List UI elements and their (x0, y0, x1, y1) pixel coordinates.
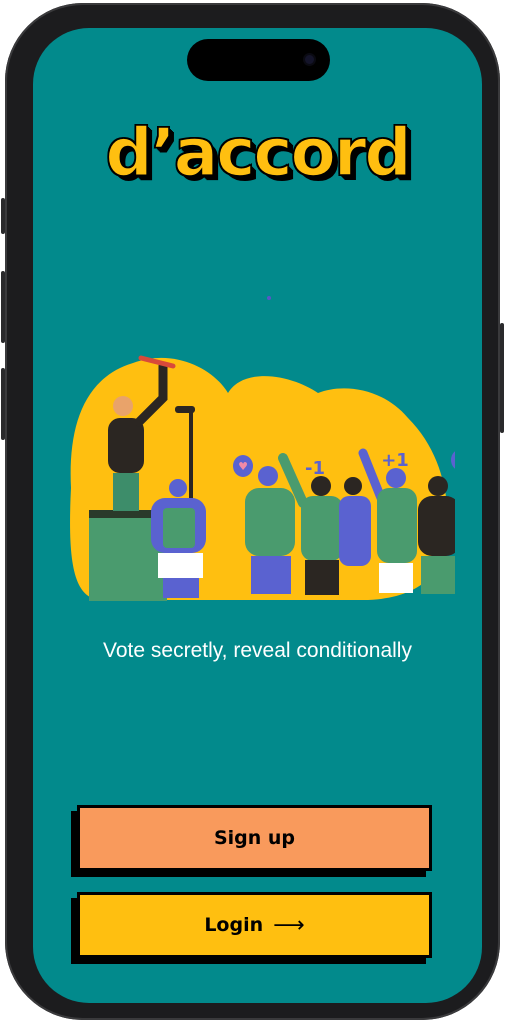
decorative-dot (267, 296, 271, 300)
app-screen: d’accord ♥ -1 +1 Vote secretly, reveal c… (33, 28, 482, 1003)
person-5-head (386, 468, 406, 488)
app-logo: d’accord (105, 113, 413, 192)
person-4-body (339, 496, 371, 566)
crowd-voting-illustration: ♥ ♥ -1 +1 (70, 355, 455, 601)
person-3-head (311, 476, 331, 496)
person-1-shorts (158, 553, 203, 578)
person-2-pants (251, 556, 291, 594)
person-6-head (428, 476, 448, 496)
signup-button[interactable]: Sign up (77, 805, 432, 871)
person-1-shirt (163, 508, 195, 548)
minus-one-badge: -1 (305, 458, 325, 479)
person-5-shorts (379, 563, 413, 593)
person-1-legs (163, 578, 199, 598)
volume-down-button (1, 368, 5, 440)
person-3-pants (305, 560, 339, 595)
power-button (500, 323, 504, 433)
action-button (1, 198, 5, 234)
person-6-pants (421, 556, 455, 594)
tagline: Vote secretly, reveal conditionally (103, 639, 412, 662)
phone-frame: d’accord ♥ -1 +1 Vote secretly, reveal c… (1, 3, 504, 1020)
heart-icon-left: ♥ (238, 460, 248, 473)
person-4-head (344, 477, 362, 495)
volume-up-button (1, 271, 5, 343)
speaker-head (113, 396, 133, 416)
person-3-body (301, 496, 343, 561)
plus-one-badge: +1 (381, 450, 409, 471)
dynamic-island (187, 39, 330, 81)
arrow-right-icon: ⟶ (273, 912, 305, 938)
login-button-label: Login (204, 914, 264, 936)
login-button[interactable]: Login ⟶ (77, 892, 432, 958)
person-1-head (169, 479, 187, 497)
front-camera-icon (305, 55, 314, 64)
speech-bubble-heart-right (451, 451, 455, 469)
person-6-body (418, 496, 455, 556)
person-5-body (377, 488, 417, 563)
signup-button-label: Sign up (213, 827, 296, 849)
person-2-head (258, 466, 278, 486)
microphone (175, 406, 195, 413)
speaker-legs (113, 473, 139, 511)
person-2-body (245, 488, 295, 556)
